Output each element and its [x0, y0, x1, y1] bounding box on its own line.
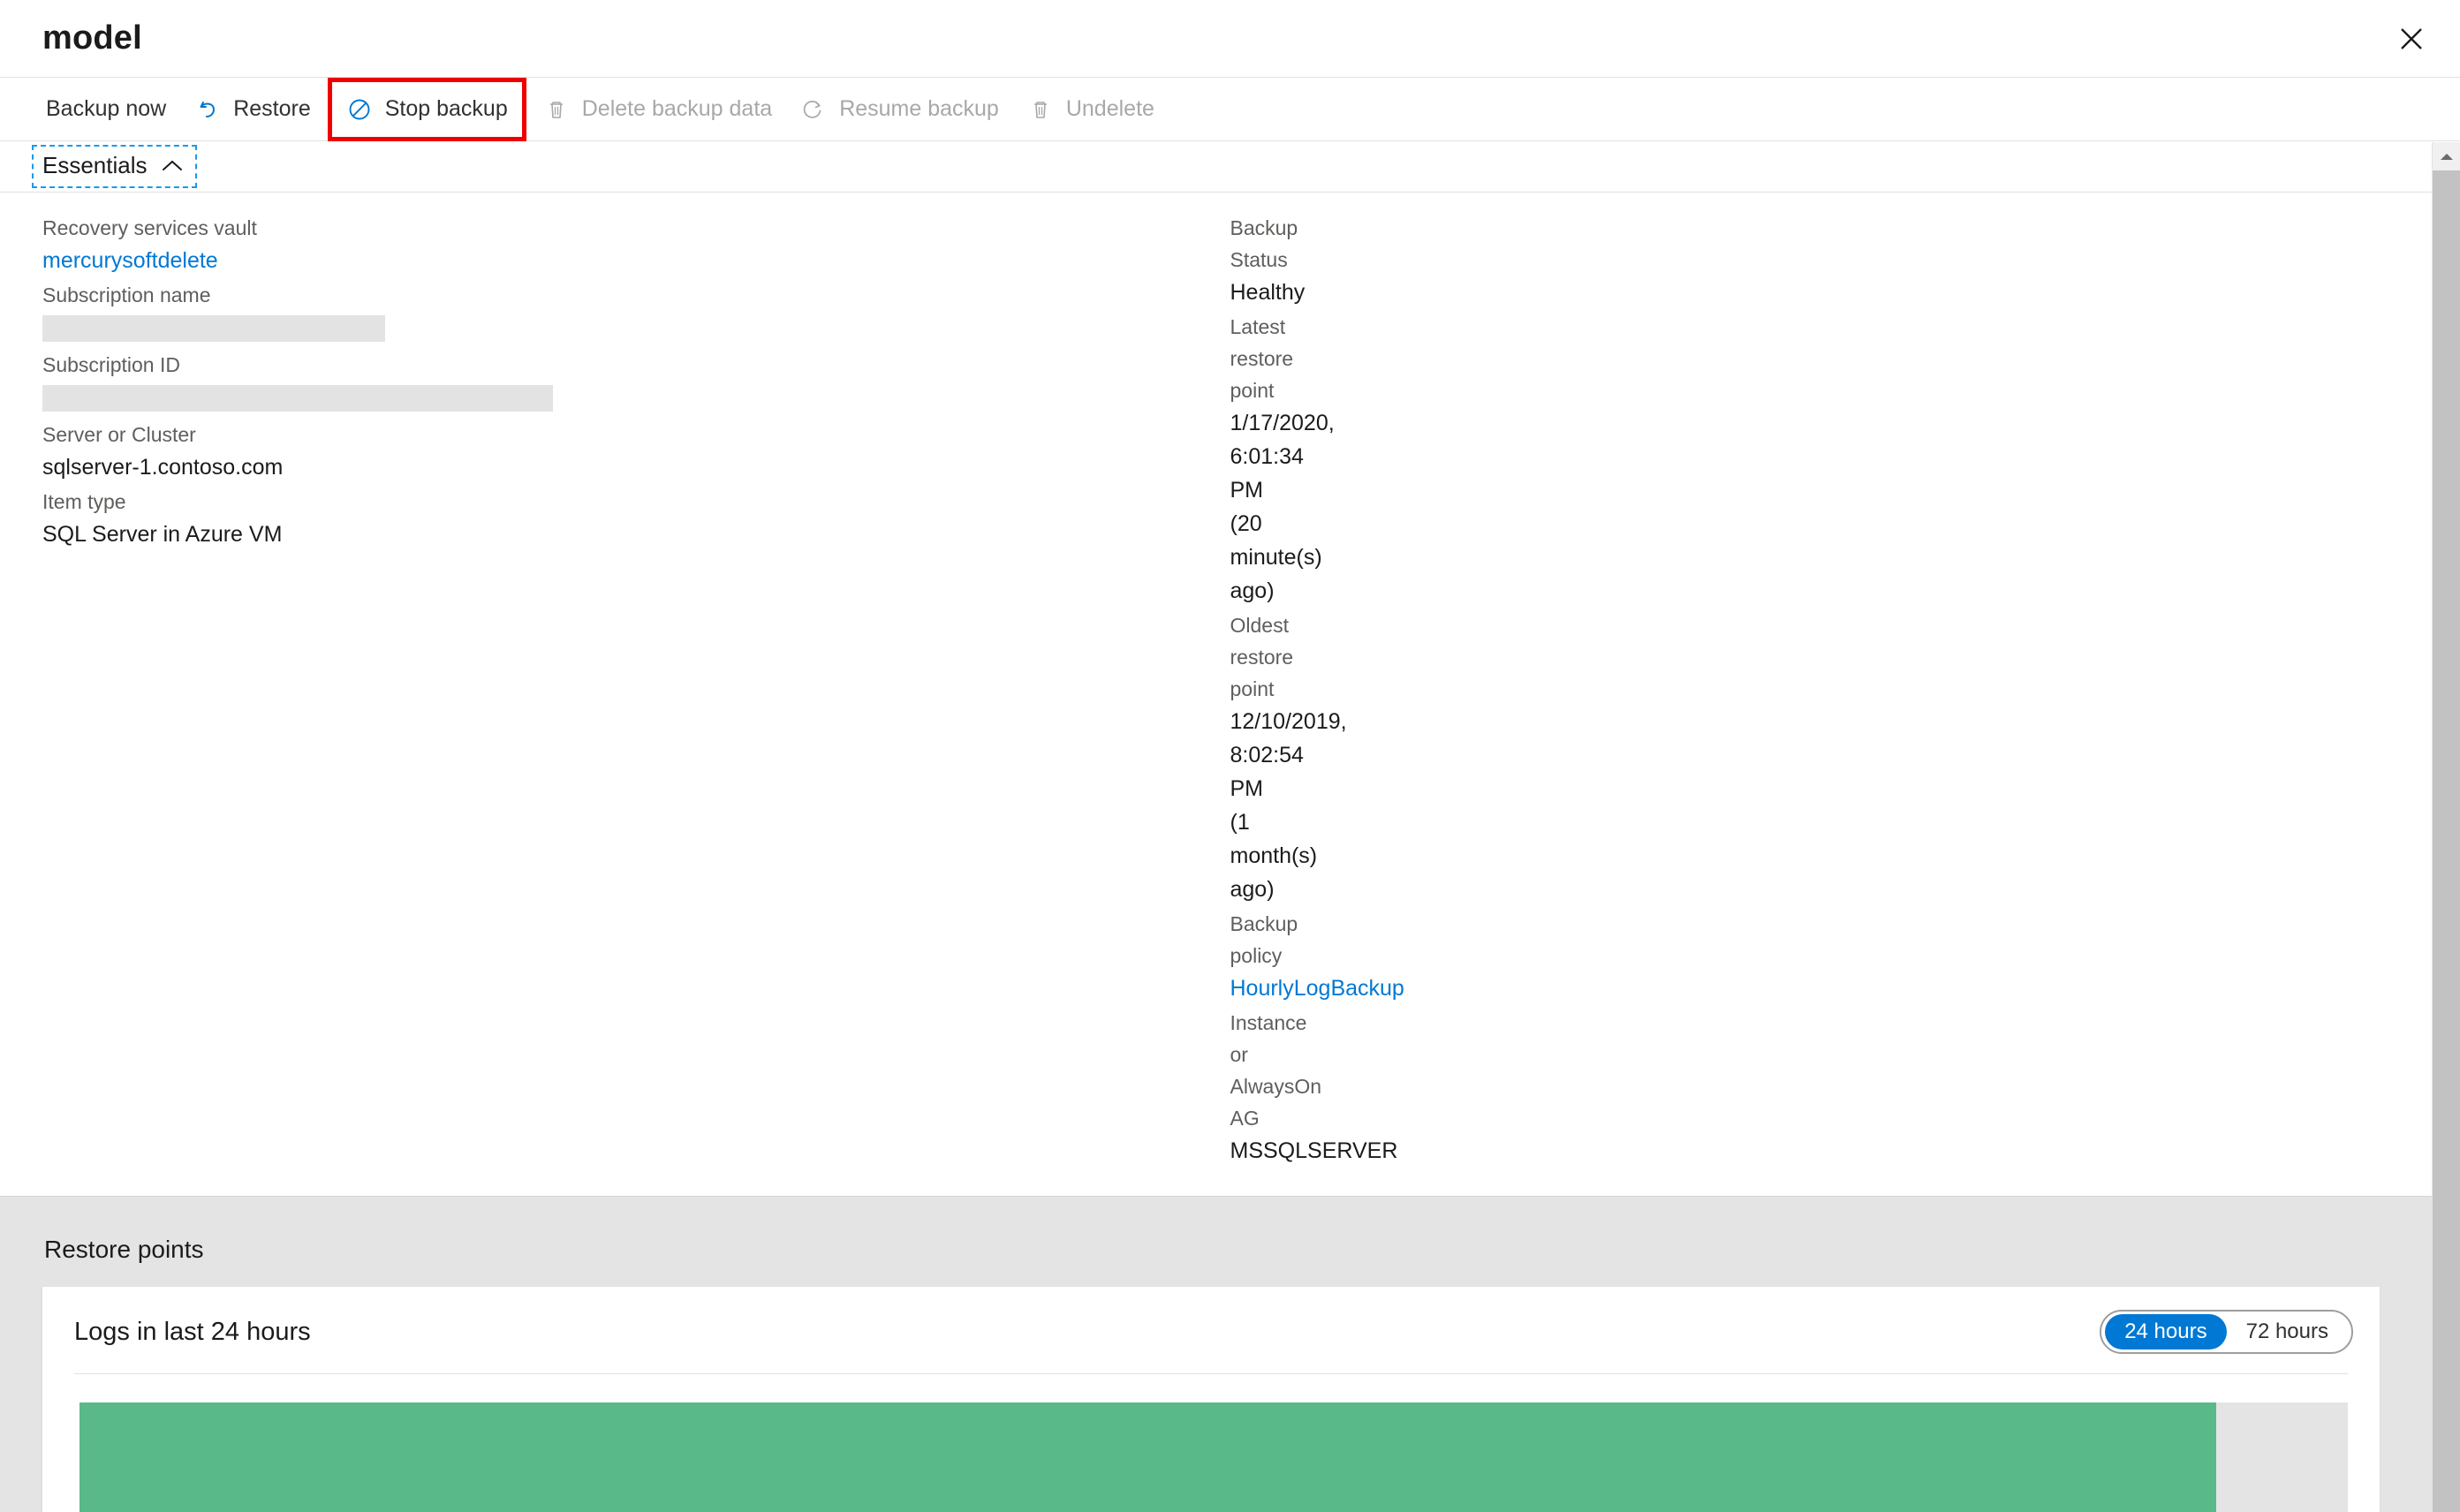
field-label: Oldest restore point	[1230, 614, 1294, 700]
bar-log-coverage[interactable]	[79, 1402, 2217, 1512]
backup-policy-link[interactable]: HourlyLogBackup	[1230, 971, 1404, 1005]
refresh-icon	[800, 96, 827, 123]
chart-bars	[79, 1402, 2348, 1512]
undelete-button: Undelete	[1013, 85, 1169, 134]
field-latest-restore-point: Latest restore point 1/17/2020, 6:01:34 …	[1230, 311, 1335, 608]
essentials-toggle[interactable]: Essentials	[32, 145, 197, 188]
field-label: Backup Status	[1230, 216, 1298, 271]
delete-backup-data-button: Delete backup data	[529, 85, 786, 134]
scrollbar-thumb[interactable]	[2433, 170, 2460, 1512]
page-title: model	[42, 19, 142, 57]
time-range-toggle: 24 hours 72 hours	[2100, 1310, 2353, 1354]
field-label: Instance or AlwaysOn AG	[1230, 1011, 1322, 1130]
essentials-bar: Essentials	[0, 141, 2460, 193]
essentials-panel: Recovery services vault mercurysoftdelet…	[0, 193, 2460, 1196]
essentials-label: Essentials	[42, 152, 148, 178]
blade-titlebar: model	[0, 0, 2460, 78]
range-option-72-hours[interactable]: 72 hours	[2227, 1314, 2348, 1349]
trash-icon	[1027, 96, 1054, 123]
restore-button[interactable]: Restore	[180, 85, 325, 134]
field-backup-status: Backup Status Healthy	[1230, 212, 1306, 309]
field-backup-policy: Backup policy HourlyLogBackup	[1230, 908, 1404, 1005]
logs-chart-card: Logs in last 24 hours 24 hours 72 hours	[42, 1287, 2380, 1512]
restore-points-heading: Restore points	[44, 1236, 204, 1263]
field-label: Backup policy	[1230, 912, 1298, 967]
logs-card-title: Logs in last 24 hours	[74, 1317, 311, 1346]
restore-points-section: Restore points Logs in last 24 hours 24 …	[0, 1196, 2460, 1512]
chevron-up-icon	[162, 152, 183, 179]
essentials-right-column: Backup Status Healthy Latest restore poi…	[1, 212, 1404, 1169]
logs-timeline-chart: Fri 12:00 AM Fri 6:00 AM Fri 12:00 PM Fr…	[79, 1402, 2348, 1512]
field-value: 1/17/2020, 6:01:34 PM (20 minute(s) ago)	[1230, 411, 1335, 603]
resume-backup-button: Resume backup	[786, 85, 1013, 134]
vertical-scrollbar[interactable]	[2432, 142, 2460, 1512]
chevron-up-icon	[2441, 154, 2453, 160]
backup-now-button[interactable]: Backup now	[32, 85, 180, 134]
stop-backup-label: Stop backup	[384, 96, 508, 121]
stop-backup-button[interactable]: Stop backup	[327, 77, 526, 141]
field-value: MSSQLSERVER	[1230, 1138, 1398, 1163]
delete-backup-data-label: Delete backup data	[581, 96, 773, 121]
field-oldest-restore-point: Oldest restore point 12/10/2019, 8:02:54…	[1230, 609, 1347, 906]
status-badge: Healthy	[1230, 280, 1306, 305]
resume-backup-label: Resume backup	[839, 96, 999, 121]
logs-card-header: Logs in last 24 hours 24 hours 72 hours	[42, 1287, 2380, 1354]
backup-now-label: Backup now	[46, 96, 167, 121]
scroll-up-button[interactable]	[2433, 142, 2460, 170]
trash-icon	[543, 96, 570, 123]
field-value: 12/10/2019, 8:02:54 PM (1 month(s) ago)	[1230, 709, 1347, 902]
range-option-24-hours[interactable]: 24 hours	[2105, 1314, 2227, 1349]
undelete-label: Undelete	[1065, 96, 1154, 121]
undo-icon	[194, 96, 221, 123]
field-label: Latest restore point	[1230, 315, 1294, 402]
logs-divider	[74, 1373, 2348, 1374]
blade-root: model Backup now Restore Stop backup Del…	[0, 0, 2460, 1512]
bar-no-logs[interactable]	[2216, 1402, 2348, 1512]
command-toolbar: Backup now Restore Stop backup Delete ba…	[0, 77, 2460, 141]
close-icon[interactable]	[2389, 17, 2434, 61]
restore-label: Restore	[233, 96, 311, 121]
field-instance-or-alwayson-ag: Instance or AlwaysOn AG MSSQLSERVER	[1230, 1007, 1398, 1168]
prohibited-icon	[346, 96, 373, 123]
